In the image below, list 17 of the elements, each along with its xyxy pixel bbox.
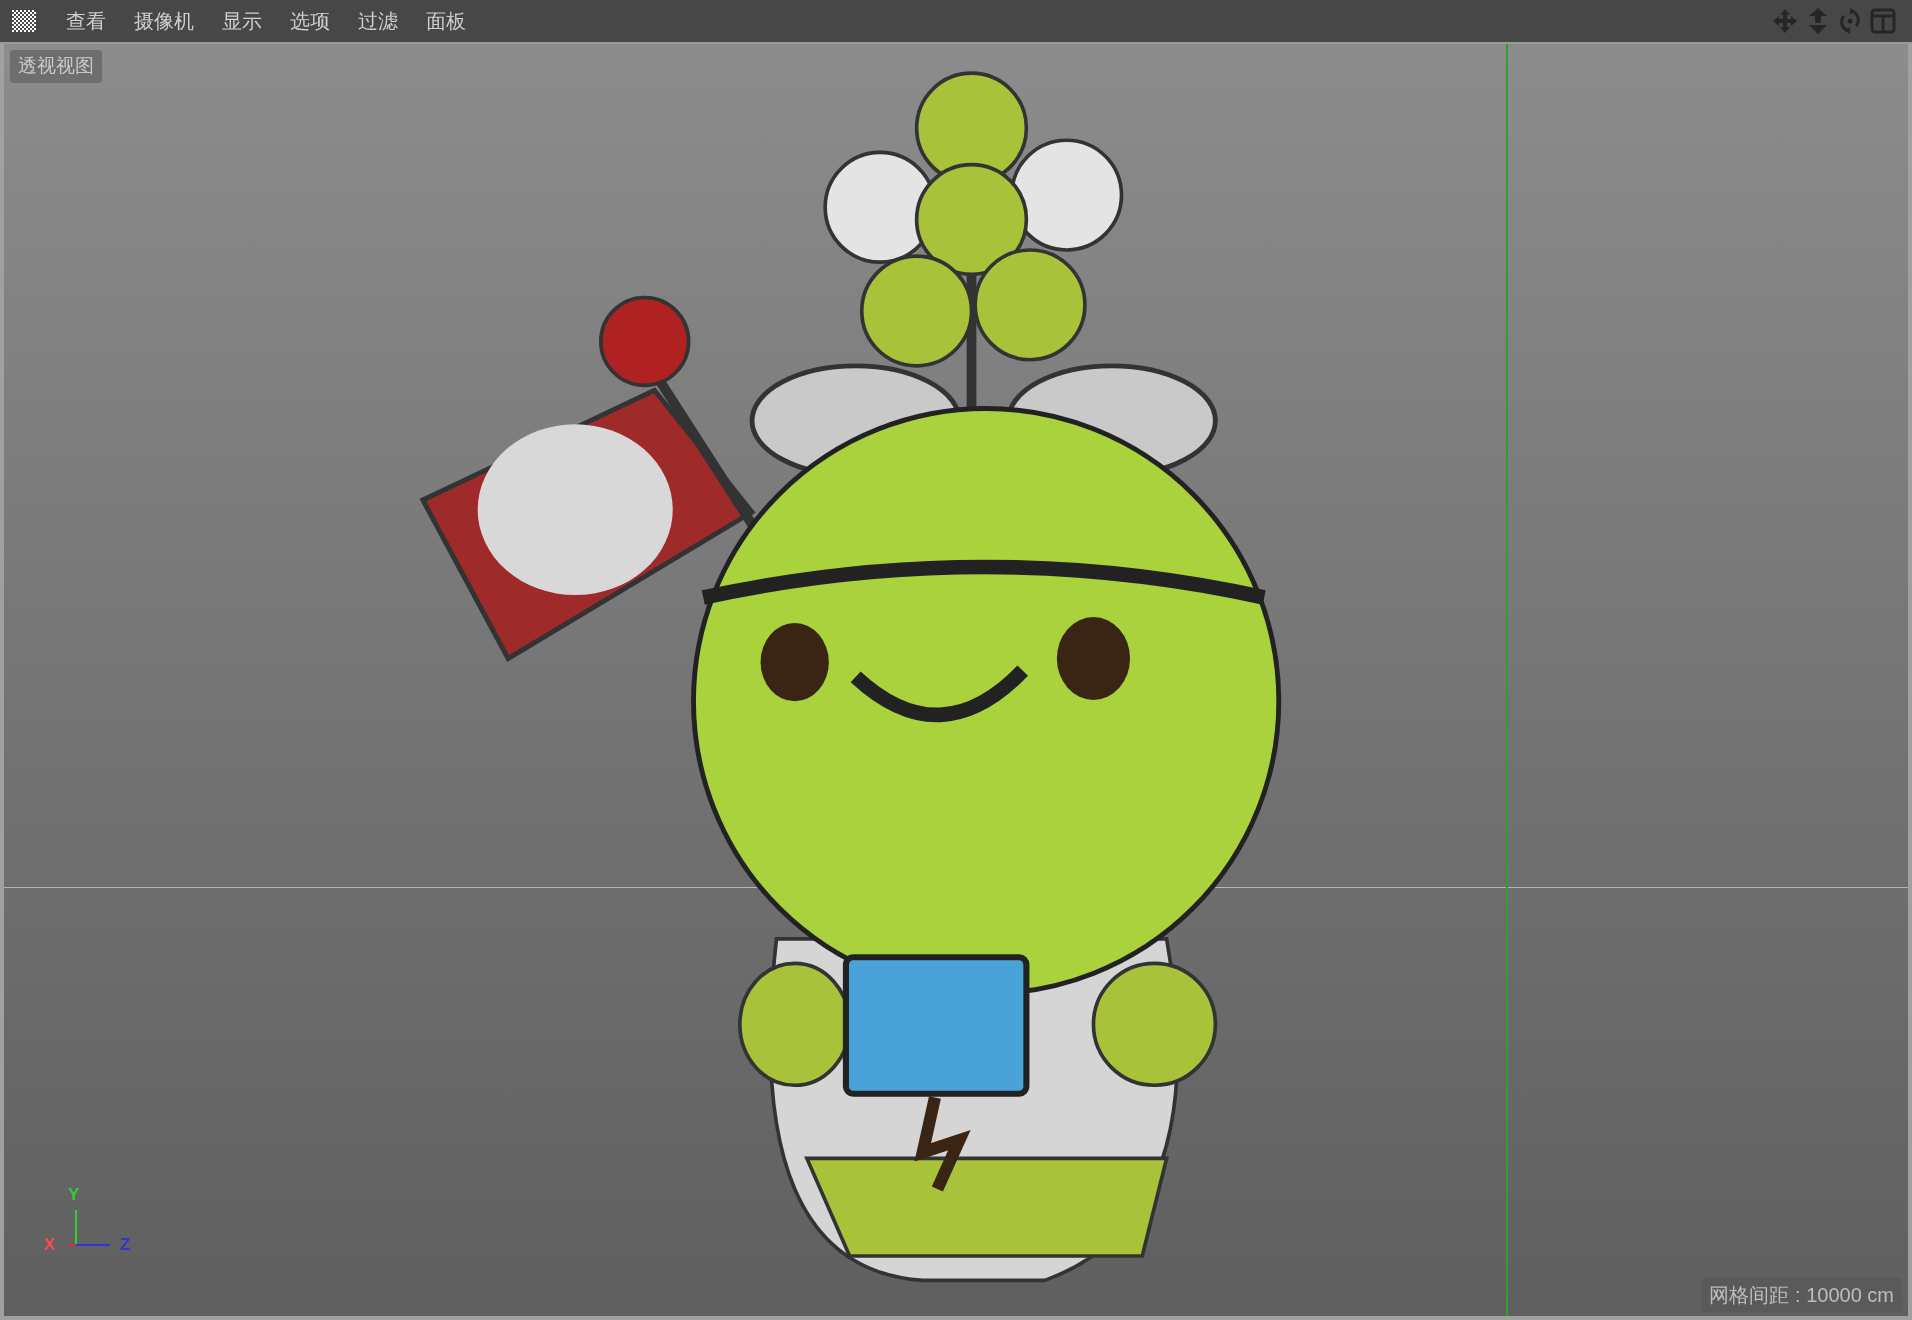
layout-icon[interactable] — [1870, 8, 1896, 34]
x-axis-label: X — [44, 1236, 56, 1253]
rotate-icon[interactable] — [1838, 8, 1862, 34]
menu-item[interactable]: 过滤 — [358, 11, 398, 31]
axis-gizmo-drawing — [67, 1209, 111, 1246]
menu-item[interactable]: 面板 — [426, 11, 466, 31]
menu-item[interactable]: 显示 — [222, 11, 262, 31]
grid-spacing-label: 网格间距 : 10000 cm — [1701, 1278, 1902, 1312]
menu-item[interactable]: 查看 — [66, 11, 106, 31]
viewport-title: 透视视图 — [10, 50, 102, 83]
move-icon[interactable] — [1772, 8, 1798, 34]
menu-item[interactable]: 选项 — [290, 11, 330, 31]
y-axis-label: Y — [68, 1186, 80, 1203]
perspective-viewport[interactable]: 透视视图 Y X Z 网格间距 : 10000 cm — [0, 44, 1912, 1320]
grid-menu-icon[interactable] — [12, 10, 36, 32]
z-axis-label: Z — [120, 1236, 131, 1253]
menu-item[interactable]: 摄像机 — [134, 11, 194, 31]
